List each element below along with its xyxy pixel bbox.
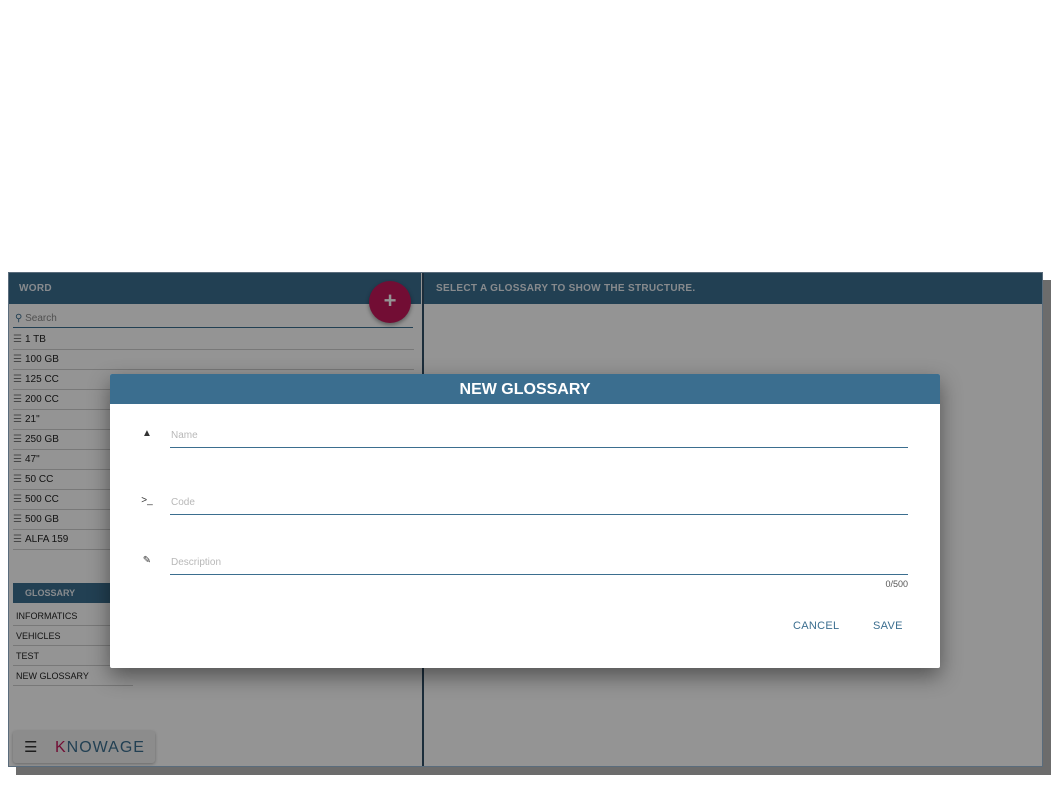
hierarchy-icon: ▲ — [142, 428, 152, 439]
description-input[interactable] — [170, 551, 908, 575]
dialog-title: NEW GLOSSARY — [110, 374, 940, 404]
save-button[interactable]: SAVE — [873, 618, 903, 634]
description-char-counter: 0/500 — [885, 579, 908, 589]
cancel-button[interactable]: CANCEL — [793, 618, 839, 634]
terminal-icon: >_ — [141, 495, 153, 506]
new-glossary-dialog: NEW GLOSSARY ▲ >_ ✎ 0/500 CANCEL SAVE — [110, 374, 940, 668]
code-input[interactable] — [170, 491, 908, 515]
description-field: ✎ — [140, 549, 908, 579]
edit-icon: ✎ — [142, 555, 152, 566]
name-field: ▲ — [140, 422, 908, 452]
name-input[interactable] — [170, 424, 908, 448]
code-field: >_ — [140, 489, 908, 519]
